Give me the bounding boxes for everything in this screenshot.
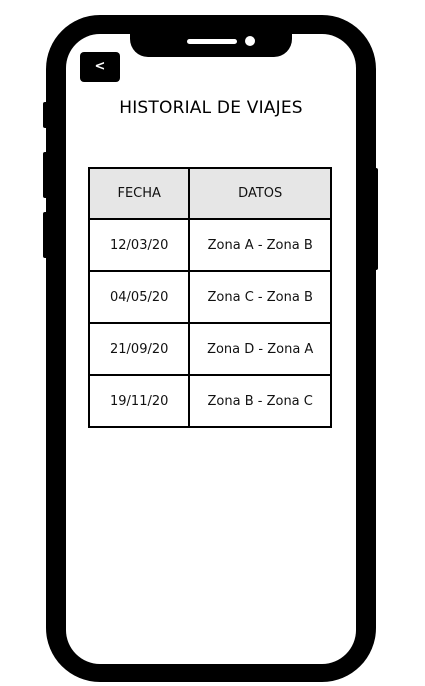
phone-notch [130,15,292,57]
table-row: 04/05/20 Zona C - Zona B [87,270,332,324]
table-row: 21/09/20 Zona D - Zona A [87,322,332,376]
cell-datos: Zona C - Zona B [188,270,332,324]
cell-fecha: 21/09/20 [87,322,191,376]
cell-datos: Zona B - Zona C [188,374,332,428]
cell-datos: Zona A - Zona B [188,218,332,272]
back-button[interactable]: < [80,52,120,82]
table-row: 12/03/20 Zona A - Zona B [87,218,332,272]
cell-datos: Zona D - Zona A [188,322,332,376]
trip-history-table: FECHA DATOS 12/03/20 Zona A - Zona B 04/… [87,167,332,428]
table-row: 19/11/20 Zona B - Zona C [87,374,332,428]
column-header-fecha: FECHA [87,167,191,220]
page-title: HISTORIAL DE VIAJES [119,98,303,118]
speaker-grille [187,39,237,44]
cell-fecha: 12/03/20 [87,218,191,272]
front-camera [245,36,255,46]
column-header-datos: DATOS [188,167,332,220]
cell-fecha: 04/05/20 [87,270,191,324]
table-header-row: FECHA DATOS [87,167,332,220]
cell-fecha: 19/11/20 [87,374,191,428]
